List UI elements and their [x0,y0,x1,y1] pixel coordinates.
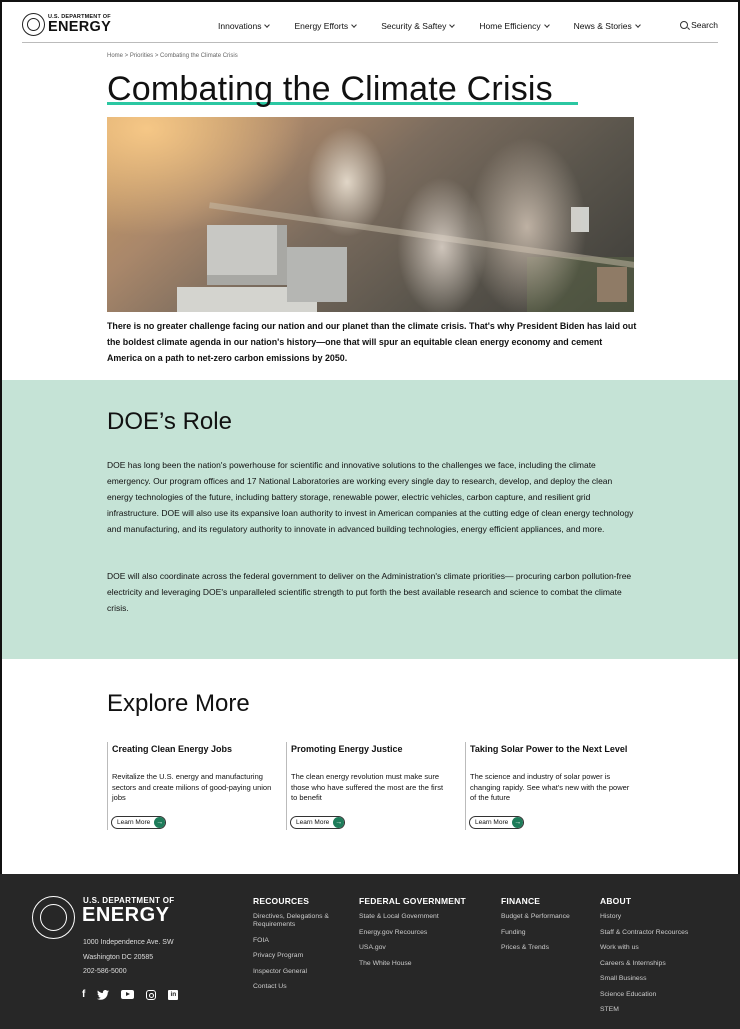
footer-link[interactable]: Directives, Delegations & Requirements [253,913,333,929]
role-paragraph: DOE will also coordinate across the fede… [107,571,632,613]
footer-link[interactable]: History [600,913,688,921]
card-description: Revitalize the U.S. energy and manufactu… [112,772,272,802]
arrow-right-icon: → [154,817,166,828]
page-title: Combating the Climate Crisis [107,70,553,108]
footer-col-title: FINANCE [501,896,541,906]
doe-seal-icon [32,896,75,939]
button-label: Learn More [296,819,330,826]
instagram-icon[interactable] [146,989,157,1000]
search-label: Search [691,20,718,30]
twitter-icon[interactable] [97,989,110,1000]
footer-col-federal: FEDERAL GOVERNMENT State & Local Governm… [359,896,466,975]
footer-link[interactable]: Funding [501,929,570,937]
card-title[interactable]: Promoting Energy Justice [291,743,451,755]
card-title[interactable]: Taking Solar Power to the Next Level [470,743,630,755]
linkedin-icon[interactable]: in [168,989,179,1000]
card-description: The science and industry of solar power … [470,772,630,802]
site-footer: U.S. DEPARTMENT OF ENERGY 1000 Independe… [0,874,740,1029]
intro-text: There is no greater challenge facing our… [107,321,637,363]
nav-home-efficiency[interactable]: Home Efficiency [479,21,550,31]
phone-number[interactable]: 202-586-5000 [83,965,174,980]
hero-image [107,117,634,312]
nav-label: Innovations [218,21,262,31]
chevron-down-icon [449,22,456,28]
button-label: Learn More [117,819,151,826]
facebook-icon[interactable]: f [82,989,85,1000]
search-button[interactable]: Search [680,20,718,30]
footer-col-about: ABOUT History Staff & Contractor Recourc… [600,896,688,1022]
logo-title: ENERGY [48,19,112,35]
footer-link[interactable]: Careers & Internships [600,960,688,968]
arrow-right-icon: → [512,817,524,828]
footer-col-title: RECOURCES [253,896,310,906]
explore-card: Taking Solar Power to the Next Level The… [465,742,644,830]
card-description: The clean energy revolution must make su… [291,772,444,802]
address-line: 1000 Independence Ave. SW [83,939,174,946]
learn-more-button[interactable]: Learn More → [469,816,525,829]
footer-link[interactable]: Prices & Trends [501,944,570,952]
footer-link[interactable]: Energy.gov Recources [359,929,466,937]
footer-col-title: FEDERAL GOVERNMENT [359,896,466,906]
explore-card: Creating Clean Energy Jobs Revitalize th… [107,742,286,830]
address-line: Washington DC 20585 [83,953,154,961]
breadcrumb[interactable]: Home > Priorities > Combating the Climat… [107,53,238,59]
doe-seal-icon [22,13,45,36]
nav-label: Security & Saftey [381,21,447,31]
footer-link[interactable]: Work with us [600,944,688,952]
nav-label: News & Stories [573,21,632,31]
nav-security-safety[interactable]: Security & Saftey [381,21,456,31]
footer-link[interactable]: Contact Us [253,983,333,991]
youtube-icon[interactable] [121,990,135,999]
nav-label: Energy Efforts [294,21,349,31]
learn-more-button[interactable]: Learn More → [290,816,346,829]
chevron-down-icon [543,22,550,28]
card-title[interactable]: Creating Clean Energy Jobs [112,743,272,755]
footer-link[interactable]: Staff & Contractor Recources [600,929,688,937]
footer-link[interactable]: Inspector General [253,968,333,976]
doe-logo[interactable]: U.S. DEPARTMENT OF ENERGY [22,13,111,36]
role-paragraph: DOE has long been the nation's powerhous… [107,460,634,534]
nav-energy-efforts[interactable]: Energy Efforts [294,21,358,31]
explore-title: Explore More [107,690,250,717]
nav-news-stories[interactable]: News & Stories [573,21,641,31]
site-header: U.S. DEPARTMENT OF ENERGY Innovations En… [22,10,718,43]
footer-link[interactable]: Science Education [600,991,688,999]
footer-link[interactable]: STEM [600,1006,688,1014]
footer-link[interactable]: USA.gov [359,944,466,952]
chevron-down-icon [264,22,271,28]
footer-link[interactable]: FOIA [253,937,333,945]
footer-link[interactable]: State & Local Government [359,913,466,921]
footer-link[interactable]: The White House [359,960,466,968]
footer-col-resources: RECOURCES Directives, Delegations & Requ… [253,896,333,999]
footer-link[interactable]: Small Business [600,975,688,983]
footer-link[interactable]: Privacy Program [253,952,333,960]
social-links: f in [82,989,190,1000]
role-title: DOE’s Role [107,408,232,435]
main-nav: Innovations Energy Efforts Security & Sa… [196,21,641,31]
button-label: Learn More [475,819,509,826]
doe-role-section: DOE’s Role DOE has long been the nation'… [2,380,738,659]
arrow-right-icon: → [333,817,345,828]
nav-innovations[interactable]: Innovations [218,21,271,31]
chevron-down-icon [634,22,641,28]
footer-col-title: ABOUT [600,896,632,906]
explore-cards: Creating Clean Energy Jobs Revitalize th… [107,742,644,830]
explore-card: Promoting Energy Justice The clean energ… [286,742,465,830]
learn-more-button[interactable]: Learn More → [111,816,167,829]
footer-logo-title[interactable]: ENERGY [82,904,169,927]
search-icon [680,21,689,29]
footer-link[interactable]: Budget & Performance [501,913,570,921]
chevron-down-icon [351,22,358,28]
footer-address: 1000 Independence Ave. SW Washington DC … [83,936,174,980]
footer-col-finance: FINANCE Budget & Performance Funding Pri… [501,896,570,960]
nav-label: Home Efficiency [479,21,541,31]
